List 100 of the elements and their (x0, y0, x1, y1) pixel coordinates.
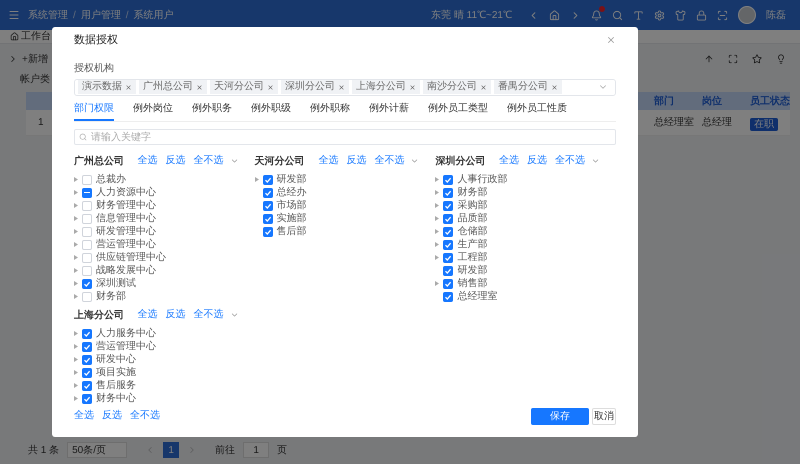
action-link[interactable]: 全不选 (194, 156, 224, 166)
tree-item-label[interactable]: 品质部 (457, 212, 488, 225)
expand-icon[interactable] (74, 268, 78, 274)
tree-item-label[interactable]: 总经理室 (457, 290, 498, 303)
home-icon[interactable] (549, 10, 560, 20)
expand-icon[interactable] (435, 229, 440, 234)
checkbox[interactable] (82, 200, 92, 211)
remove-icon[interactable] (409, 84, 416, 91)
expand-icon[interactable] (74, 190, 78, 196)
expand-icon[interactable] (254, 177, 259, 182)
expand-icon[interactable] (74, 177, 78, 182)
tree-item-label[interactable]: 人力资源中心 (96, 186, 156, 199)
remove-icon[interactable] (196, 84, 203, 91)
expand-icon[interactable] (74, 357, 78, 362)
tree-item-label[interactable]: 售后部 (276, 226, 307, 238)
action-link[interactable]: 全选 (318, 156, 338, 166)
tree-item-label[interactable]: 研发部 (457, 264, 488, 277)
page-tab[interactable]: 工作台 (10, 32, 51, 42)
checkbox[interactable] (443, 200, 454, 211)
checkbox[interactable] (82, 342, 92, 352)
tree-item-label[interactable]: 财务管理中心 (96, 200, 156, 212)
tree-item-label[interactable]: 财务部 (96, 290, 126, 303)
action-link[interactable]: 反选 (526, 156, 547, 166)
expand-icon[interactable] (74, 344, 78, 350)
expand-icon[interactable] (435, 177, 440, 182)
tree-item-label[interactable]: 营运管理中心 (96, 340, 156, 353)
close-icon[interactable] (606, 34, 616, 45)
bulb-icon[interactable] (776, 54, 786, 64)
add-button[interactable]: +新增 (22, 52, 48, 66)
expand-icon[interactable] (74, 255, 78, 260)
expand-icon[interactable] (74, 370, 78, 376)
tree-item-label[interactable]: 人力服务中心 (96, 328, 156, 340)
action-link[interactable]: 全不选 (194, 310, 224, 320)
dialog-tab[interactable]: 例外员工性质 (507, 99, 567, 122)
lock-icon[interactable] (696, 10, 707, 20)
checkbox[interactable] (82, 368, 92, 378)
remove-icon[interactable] (551, 84, 558, 91)
tree-item-label[interactable]: 生产部 (457, 238, 488, 251)
expand-icon[interactable] (74, 216, 78, 222)
tree-item-label[interactable]: 售后服务 (96, 380, 136, 392)
checkbox[interactable] (82, 394, 92, 404)
fullscreen-icon[interactable] (728, 54, 738, 64)
tree-item-label[interactable]: 总经办 (276, 186, 307, 199)
menu-icon[interactable] (8, 9, 20, 21)
remove-icon[interactable] (267, 84, 274, 91)
cancel-button[interactable]: 取消 (592, 408, 616, 425)
avatar[interactable] (738, 6, 756, 24)
checkbox[interactable] (82, 226, 92, 237)
expand-icon[interactable] (74, 242, 78, 248)
action-link[interactable]: 全不选 (130, 411, 160, 422)
checkbox[interactable] (262, 174, 273, 185)
tree-item-label[interactable]: 研发管理中心 (96, 226, 156, 238)
tree-item-label[interactable]: 销售部 (457, 278, 488, 290)
expand-icon[interactable] (435, 255, 440, 260)
checkbox[interactable] (443, 174, 454, 185)
checkbox[interactable] (82, 174, 92, 185)
expand-icon[interactable] (74, 331, 78, 336)
checkbox[interactable] (443, 252, 454, 263)
action-link[interactable]: 反选 (166, 156, 186, 166)
expand-icon[interactable] (435, 203, 440, 208)
expand-icon[interactable] (74, 281, 78, 286)
page-size-select[interactable]: 50条/页 (67, 442, 128, 458)
dialog-tab[interactable]: 例外岗位 (133, 99, 173, 122)
remove-icon[interactable] (338, 84, 345, 91)
checkbox[interactable] (82, 188, 92, 198)
tree-item-label[interactable]: 实施部 (276, 212, 307, 225)
dialog-tab[interactable]: 例外职称 (310, 99, 350, 122)
checkbox[interactable] (443, 292, 454, 302)
checkbox[interactable] (443, 214, 454, 224)
tree-item-label[interactable]: 研发中心 (96, 354, 136, 366)
save-button[interactable]: 保存 (531, 408, 589, 425)
tree-item-label[interactable]: 工程部 (457, 252, 488, 264)
expand-icon[interactable] (435, 281, 440, 286)
action-link[interactable]: 反选 (166, 310, 186, 320)
action-link[interactable]: 反选 (102, 411, 122, 422)
font-size-icon[interactable] (633, 10, 644, 20)
tree-item-label[interactable]: 财务中心 (96, 392, 136, 405)
action-link[interactable]: 反选 (346, 156, 366, 166)
tree-item-label[interactable]: 市场部 (276, 200, 307, 212)
remove-icon[interactable] (125, 84, 132, 91)
checkbox[interactable] (443, 226, 454, 237)
checkbox[interactable] (82, 328, 92, 339)
action-link[interactable]: 全选 (138, 310, 158, 320)
action-link[interactable]: 全选 (74, 411, 94, 422)
action-link[interactable]: 全不选 (554, 156, 585, 166)
expand-icon[interactable] (74, 383, 78, 388)
expand-icon[interactable] (435, 216, 440, 222)
checkbox[interactable] (82, 380, 92, 391)
tree-item-label[interactable]: 财务部 (457, 186, 488, 199)
expand-icon[interactable] (435, 242, 440, 248)
checkbox[interactable] (443, 240, 454, 250)
expand-icon[interactable] (435, 190, 440, 196)
expand-icon[interactable] (74, 396, 78, 402)
action-link[interactable]: 全选 (138, 156, 158, 166)
checkbox[interactable] (262, 226, 273, 237)
tree-item-label[interactable]: 人事行政部 (457, 174, 508, 186)
tree-item-label[interactable]: 研发部 (276, 174, 307, 186)
checkbox[interactable] (82, 214, 92, 224)
search-field[interactable]: 请输入关键字 (74, 129, 616, 146)
expand-icon[interactable] (74, 229, 78, 234)
